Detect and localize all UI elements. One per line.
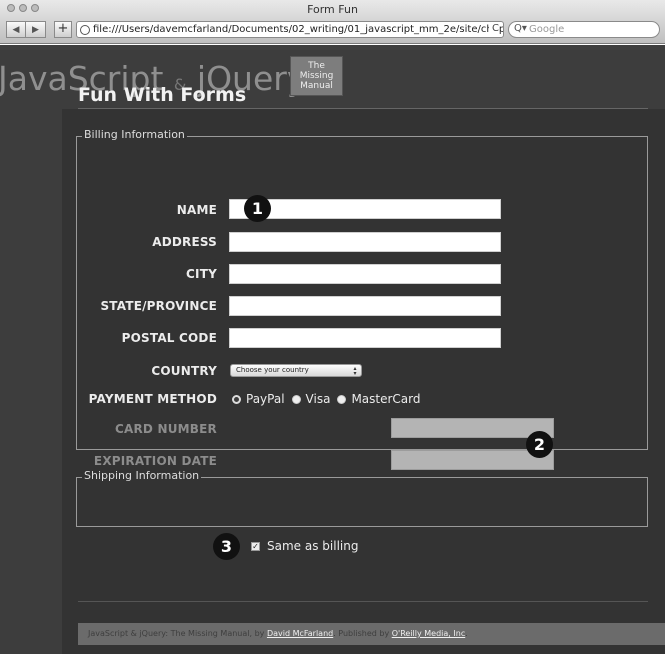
callout-badge-1: 1 <box>244 195 271 222</box>
url-text: file:///Users/davemcfarland/Documents/02… <box>93 24 504 35</box>
footer-divider <box>78 601 648 602</box>
page-footer: JavaScript & jQuery: The Missing Manual,… <box>78 623 665 645</box>
page-title: Fun With Forms <box>78 84 247 106</box>
globe-icon <box>80 25 90 35</box>
browser-toolbar: Form Fun ◀ ▶ + file:///Users/davemcfarla… <box>0 0 665 44</box>
reload-icon[interactable]: C <box>489 23 499 34</box>
window-title: Form Fun <box>307 3 358 16</box>
radio-mastercard[interactable]: MasterCard <box>337 392 421 406</box>
city-field[interactable] <box>229 264 501 284</box>
search-placeholder: Google <box>529 24 565 35</box>
select-arrows-icon: ▴ ▾ <box>353 365 357 377</box>
postal-code-field[interactable] <box>229 328 501 348</box>
payment-method-label: PAYMENT METHOD <box>88 392 217 406</box>
same-as-billing-checkbox[interactable]: ✓ <box>251 542 260 551</box>
address-bar[interactable]: file:///Users/davemcfarland/Documents/02… <box>76 21 504 38</box>
radio-visa[interactable]: Visa <box>291 392 330 406</box>
publisher-link[interactable]: O'Reilly Media, Inc <box>392 629 466 638</box>
postal-code-label: POSTAL CODE <box>121 331 217 345</box>
payment-radio-group: PayPal Visa MasterCard <box>232 392 428 406</box>
callout-badge-3: 3 <box>213 533 240 560</box>
address-label: ADDRESS <box>152 235 217 249</box>
expiration-date-label: EXPIRATION DATE <box>93 454 217 468</box>
radio-paypal[interactable]: PayPal <box>232 392 285 406</box>
shipping-fieldset: Shipping Information <box>76 469 648 527</box>
back-button[interactable]: ◀ <box>6 21 26 38</box>
state-field[interactable] <box>229 296 501 316</box>
title-divider <box>78 108 648 109</box>
search-icon: Q▾ <box>514 23 527 34</box>
card-number-label: CARD NUMBER <box>115 422 217 436</box>
country-label: COUNTRY <box>151 364 217 378</box>
search-input[interactable]: Q▾ Google <box>508 21 660 38</box>
callout-badge-2: 2 <box>526 431 553 458</box>
country-select[interactable]: Choose your country ▴ ▾ <box>230 364 362 377</box>
billing-legend: Billing Information <box>82 128 187 141</box>
name-label: NAME <box>176 203 217 217</box>
author-link[interactable]: David McFarland <box>267 629 333 638</box>
same-as-billing-label: Same as billing <box>267 539 359 553</box>
forward-button[interactable]: ▶ <box>26 21 46 38</box>
state-label: STATE/PROVINCE <box>100 299 217 313</box>
missing-manual-badge: The Missing Manual <box>290 56 343 96</box>
address-field[interactable] <box>229 232 501 252</box>
shipping-legend: Shipping Information <box>82 469 202 482</box>
add-bookmark-button[interactable]: + <box>54 21 72 38</box>
city-label: CITY <box>186 267 217 281</box>
